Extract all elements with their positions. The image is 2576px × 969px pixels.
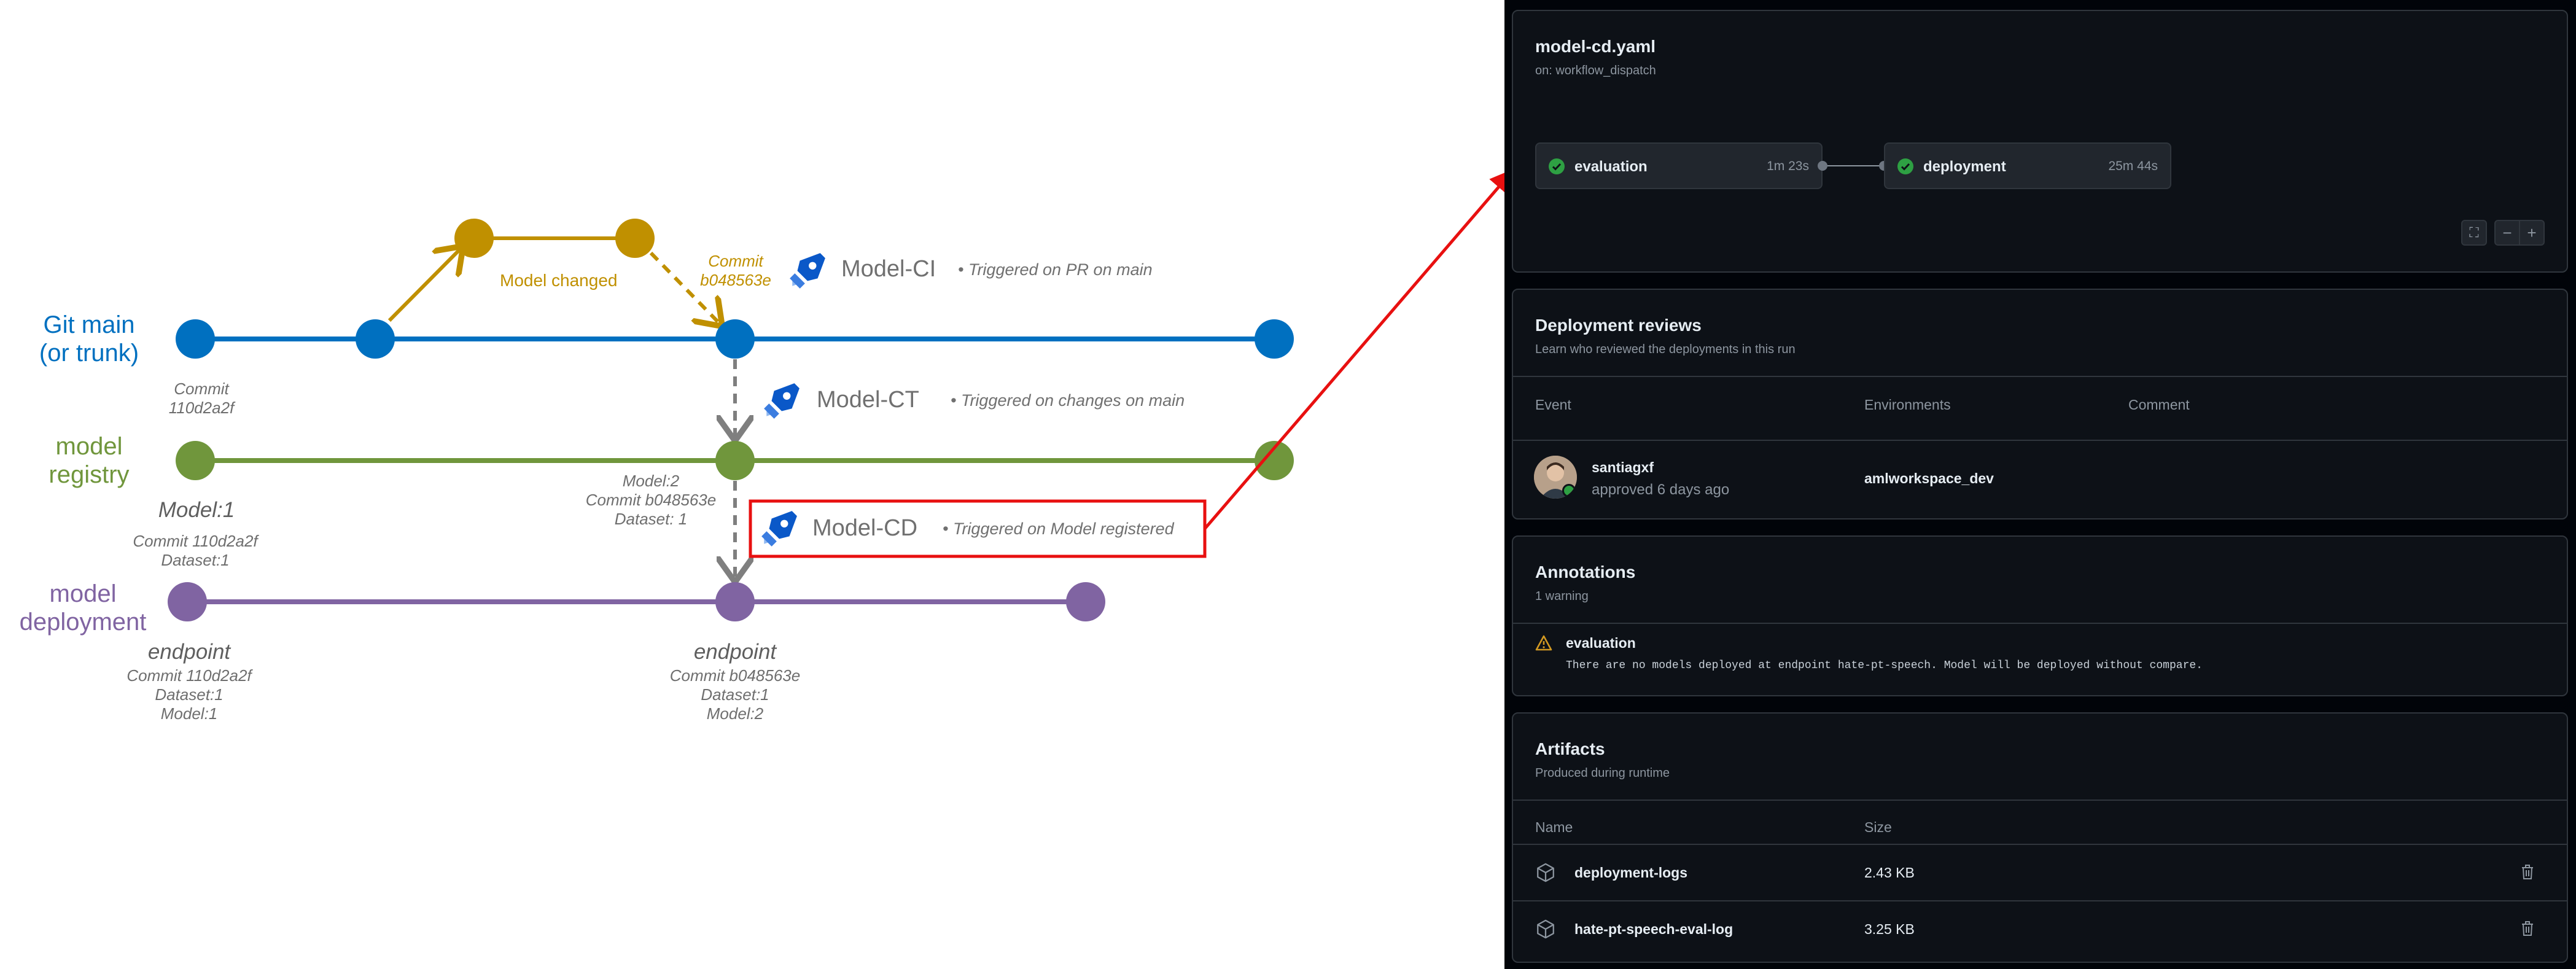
column-header-comment: Comment xyxy=(2128,397,2190,413)
deployment-node xyxy=(168,582,207,621)
workflow-trigger-cd: • Triggered on Model registered xyxy=(943,520,1174,538)
workflow-graph-card: model-cd.yaml on: workflow_dispatch eval… xyxy=(1512,10,2568,273)
job-name: evaluation xyxy=(1574,158,1648,175)
branch-label: Model changed xyxy=(500,271,618,290)
lane-label-git: Git main (or trunk) xyxy=(39,311,139,367)
branch-commit-node xyxy=(454,219,494,258)
lane-label-deployment: model deployment xyxy=(19,580,147,636)
job-connector xyxy=(1823,165,1884,166)
endpoint1-title: endpoint xyxy=(147,640,231,664)
merge-commit-label: Commit b048563e xyxy=(700,252,771,289)
column-header-event: Event xyxy=(1535,397,1571,413)
review-event: approved 6 days ago xyxy=(1592,481,1730,498)
artifact-size: 3.25 KB xyxy=(1864,921,1915,937)
job-deployment[interactable]: deployment 25m 44s xyxy=(1884,142,2171,189)
reviewer-name[interactable]: santiagxf xyxy=(1592,459,1654,476)
artifacts-card: Artifacts Produced during runtime Name S… xyxy=(1512,712,2568,963)
model1-title: Model:1 xyxy=(158,498,235,522)
artifact-name[interactable]: hate-pt-speech-eval-log xyxy=(1574,921,1733,938)
git-commit-node xyxy=(356,319,395,359)
job-connector-dot xyxy=(1818,161,1827,171)
pipelines-icon xyxy=(790,253,825,289)
annotations-card: Annotations 1 warning evaluation There a… xyxy=(1512,535,2568,696)
column-header-name: Name xyxy=(1535,819,1573,835)
section-subtitle: Produced during runtime xyxy=(1535,766,1670,780)
fullscreen-button[interactable]: ⛶ xyxy=(2461,220,2487,246)
workflow-trigger-ci: • Triggered on PR on main xyxy=(958,260,1153,279)
diagram-canvas xyxy=(168,168,1504,621)
column-header-size: Size xyxy=(1864,819,1892,835)
table-row: hate-pt-speech-eval-log 3.25 KB xyxy=(1513,901,2567,957)
deployment-reviews-card: Deployment reviews Learn who reviewed th… xyxy=(1512,289,2568,520)
table-row: deployment-logs 2.43 KB xyxy=(1513,845,2567,900)
git-commit-node xyxy=(1255,319,1294,359)
workflow-trigger-text: on: workflow_dispatch xyxy=(1535,64,1656,77)
artifact-size: 2.43 KB xyxy=(1864,865,1915,881)
divider xyxy=(1513,623,2567,624)
workflow-run-panel: model-cd.yaml on: workflow_dispatch eval… xyxy=(1504,0,2576,969)
branch-commit-node xyxy=(615,219,655,258)
success-check-icon xyxy=(1897,158,1913,174)
package-icon xyxy=(1537,919,1554,939)
workflow-trigger-ct: • Triggered on changes on main xyxy=(951,391,1185,410)
annotation-title[interactable]: evaluation xyxy=(1566,635,1636,652)
annotation-count: 1 warning xyxy=(1535,590,1589,603)
avatar[interactable] xyxy=(1534,456,1577,499)
divider xyxy=(1513,800,2567,801)
job-name: deployment xyxy=(1923,158,2006,175)
divider xyxy=(1513,376,2567,377)
git-commit-node xyxy=(715,319,755,359)
review-environment: amlworkspace_dev xyxy=(1864,470,1994,486)
job-evaluation[interactable]: evaluation 1m 23s xyxy=(1535,142,1823,189)
artifact-name[interactable]: deployment-logs xyxy=(1574,865,1687,881)
approved-badge-icon xyxy=(1562,484,1576,497)
warning-icon xyxy=(1535,635,1552,651)
branch-out-arrow xyxy=(387,249,461,322)
endpoint2-title: endpoint xyxy=(693,640,777,664)
deployment-node xyxy=(715,582,755,621)
success-check-icon xyxy=(1549,158,1565,174)
workflow-name-cd: Model-CD xyxy=(812,515,918,541)
git-commit-caption: Commit 110d2a2f xyxy=(168,379,235,417)
column-header-environments: Environments xyxy=(1864,397,1951,413)
section-subtitle: Learn who reviewed the deployments in th… xyxy=(1535,343,1796,356)
trash-icon[interactable] xyxy=(2520,920,2535,937)
annotation-message: There are no models deployed at endpoint… xyxy=(1566,660,2203,672)
section-title: Annotations xyxy=(1535,562,1636,582)
zoom-in-button[interactable]: + xyxy=(2519,220,2545,246)
endpoint1-details: Commit 110d2a2f Dataset:1 Model:1 xyxy=(126,666,252,723)
pipelines-icon xyxy=(764,383,800,419)
registry-model-node xyxy=(176,441,215,480)
trash-icon[interactable] xyxy=(2520,863,2535,881)
lane-label-registry: model registry xyxy=(49,433,130,488)
model1-details: Commit 110d2a2f Dataset:1 xyxy=(133,532,258,569)
job-duration: 1m 23s xyxy=(1767,159,1809,173)
package-icon xyxy=(1537,863,1554,882)
section-title: Deployment reviews xyxy=(1535,316,1702,335)
job-duration: 25m 44s xyxy=(2108,159,2158,173)
zoom-out-button[interactable]: − xyxy=(2494,220,2520,246)
workflow-name-ct: Model-CT xyxy=(817,387,919,413)
section-title: Artifacts xyxy=(1535,739,1605,758)
pipelines-icon xyxy=(761,511,797,547)
endpoint2-details: Commit b048563e Dataset:1 Model:2 xyxy=(669,666,801,723)
workflow-file-name[interactable]: model-cd.yaml xyxy=(1535,37,1656,56)
git-commit-node xyxy=(176,319,215,359)
highlight-connector-arrow xyxy=(1204,168,1504,530)
deployment-node xyxy=(1066,582,1105,621)
workflow-name-ci: Model-CI xyxy=(841,256,936,282)
model2-details: Model:2 Commit b048563e Dataset: 1 xyxy=(585,472,717,528)
table-row: santiagxf approved 6 days ago amlworkspa… xyxy=(1513,441,2567,520)
mlops-branching-diagram: Git main (or trunk) model registry model… xyxy=(0,0,1504,969)
